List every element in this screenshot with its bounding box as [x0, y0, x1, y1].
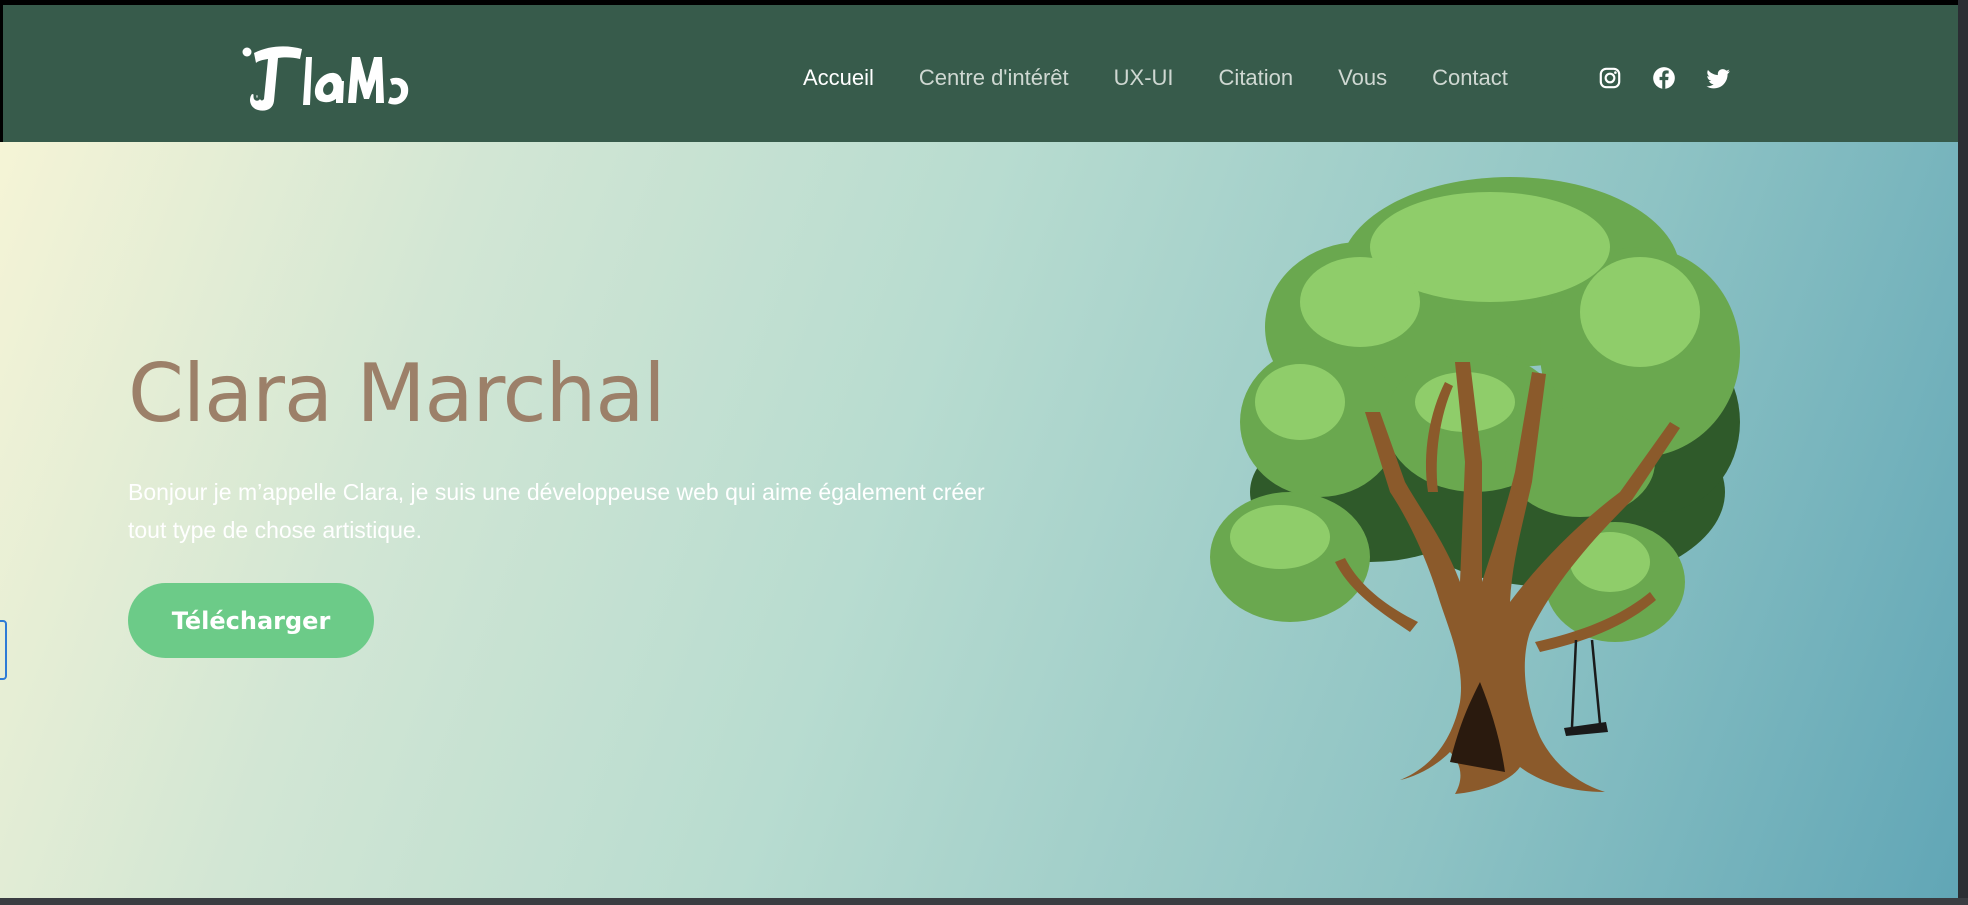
download-button[interactable]: Télécharger: [128, 583, 374, 658]
nav-link-citation[interactable]: Citation: [1219, 65, 1294, 91]
instagram-icon[interactable]: [1597, 65, 1623, 91]
window-edge: [1958, 0, 1968, 905]
navbar: Accueil Centre d'intérêt UX-UI Citation …: [3, 5, 1958, 142]
side-tab-handle[interactable]: [0, 620, 7, 680]
nav-link-centre-interet[interactable]: Centre d'intérêt: [919, 65, 1069, 91]
nav-link-accueil[interactable]: Accueil: [803, 65, 874, 91]
facebook-icon[interactable]: [1651, 65, 1677, 91]
nav-link-vous[interactable]: Vous: [1338, 65, 1387, 91]
hero-description: Bonjour je m’appelle Clara, je suis une …: [128, 479, 985, 543]
window-bottom-edge: [0, 898, 1968, 905]
tree-illustration: [1210, 177, 1740, 794]
twitter-icon[interactable]: [1706, 65, 1732, 91]
site-logo[interactable]: [240, 39, 412, 115]
browser-viewport: Accueil Centre d'intérêt UX-UI Citation …: [0, 0, 1958, 898]
hero-title: Clara Marchal: [128, 347, 666, 440]
nav-link-ux-ui[interactable]: UX-UI: [1114, 65, 1174, 91]
nav-link-contact[interactable]: Contact: [1432, 65, 1508, 91]
main-nav: Accueil Centre d'intérêt UX-UI Citation …: [803, 58, 1553, 98]
hero-section: Clara Marchal Bonjour je m’appelle Clara…: [0, 142, 1958, 898]
